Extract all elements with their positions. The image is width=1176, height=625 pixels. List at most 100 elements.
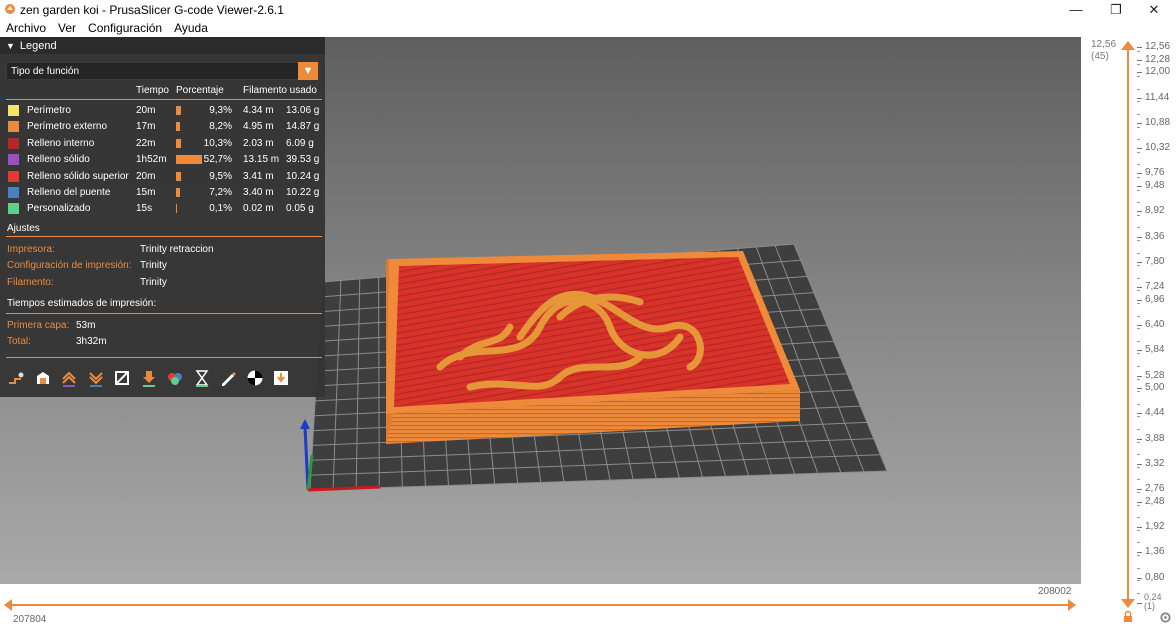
menu-ayuda[interactable]: Ayuda: [168, 21, 214, 35]
column-percent: Porcentaje: [176, 85, 224, 96]
top-solid-infill: [394, 257, 790, 407]
visibility-toolbar: [6, 368, 298, 388]
feature-weight: 13.06 g: [286, 105, 320, 116]
color-changes-toggle-icon[interactable]: [165, 368, 185, 388]
z-axis-arrow: [300, 419, 310, 429]
feature-percent: 9,3%: [209, 105, 232, 116]
layer-minor-tick: [1137, 101, 1140, 103]
layer-tick-label: 7,80: [1145, 255, 1165, 267]
layer-minor-tick: [1137, 517, 1140, 519]
layer-minor-tick: [1137, 592, 1140, 594]
layer-tick-label: 6,96: [1145, 293, 1165, 305]
layer-slider[interactable]: 12,56 (45) 12,56 12,28 12,00 11,44 10,88 10,3…: [1081, 37, 1176, 625]
feature-time: 17m: [136, 121, 156, 133]
first-layer-value: 53m: [76, 320, 96, 331]
layer-slider-track[interactable]: [1127, 47, 1129, 607]
layer-tick-mark: [1137, 97, 1142, 99]
layer-tick-label: 12,28: [1145, 53, 1171, 65]
menu-ver[interactable]: Ver: [52, 21, 82, 35]
layer-tick-label: 12,00: [1145, 66, 1171, 78]
deretractions-toggle-icon[interactable]: [86, 368, 106, 388]
wipe-toggle-icon[interactable]: [33, 368, 53, 388]
layer-tick-mark: [1137, 350, 1142, 352]
layer-tick-label: 10,32: [1145, 142, 1171, 154]
seams-toggle-icon[interactable]: [112, 368, 132, 388]
printer-value: Trinity retraccion: [140, 244, 214, 255]
feature-color-swatch[interactable]: [8, 154, 19, 166]
feature-row[interactable]: Relleno sólido superior 20m 9,5% 3.41 m 10.2…: [0, 169, 325, 185]
feature-percent-bar: [176, 138, 182, 148]
custom-gcode-toggle-icon[interactable]: [218, 368, 238, 388]
layer-tick-mark: [1137, 236, 1142, 238]
feature-percent-bar: [176, 122, 181, 132]
feature-percent: 7,2%: [209, 187, 232, 198]
filament-label: Filamento:: [7, 277, 54, 288]
printer-label: Impresora:: [7, 244, 55, 255]
tool-changes-toggle-icon[interactable]: [139, 368, 159, 388]
minimize-button[interactable]: —: [1056, 0, 1096, 19]
feature-length: 2.03 m: [243, 137, 274, 149]
layer-tick-mark: [1137, 577, 1142, 579]
feature-color-swatch[interactable]: [8, 203, 19, 215]
retractions-toggle-icon[interactable]: [59, 368, 79, 388]
close-button[interactable]: ✕: [1134, 0, 1174, 19]
view-type-select[interactable]: Tipo de función ▼: [6, 62, 319, 80]
feature-row[interactable]: Perímetro 20m 9,3% 4.34 m 13.06 g: [0, 103, 325, 119]
gear-icon[interactable]: [1159, 611, 1172, 624]
feature-row[interactable]: Relleno del puente 15m 7,2% 3.40 m 10.22 g: [0, 185, 325, 201]
feature-length: 13.15 m: [243, 154, 280, 166]
menu-configuracion[interactable]: Configuración: [82, 21, 168, 35]
column-filament: Filamento usado: [243, 85, 317, 96]
feature-time: 20m: [136, 170, 156, 182]
collapse-triangle-icon[interactable]: ▼: [6, 41, 15, 51]
feature-row[interactable]: Perímetro externo 17m 8,2% 4.95 m 14.87 g: [0, 119, 325, 135]
feature-color-swatch[interactable]: [8, 187, 19, 198]
horizontal-slider[interactable]: 207804 208002: [0, 584, 1081, 625]
center-of-gravity-toggle-icon[interactable]: [245, 368, 265, 388]
layer-minor-tick: [1137, 290, 1140, 292]
layer-tick-label: 11,44: [1145, 91, 1170, 103]
feature-row[interactable]: Personalizado 15s 0,1% 0.02 m 0.05 g: [0, 201, 325, 217]
feature-time: 15s: [136, 203, 153, 215]
layer-tick-mark: [1137, 438, 1142, 440]
layer-tick-label: 5,00: [1145, 382, 1165, 394]
layer-tick-label: 8,92: [1145, 205, 1165, 217]
layer-tick-mark: [1137, 527, 1142, 529]
lock-icon[interactable]: [1122, 611, 1134, 623]
layer-tick-label: 9,48: [1145, 180, 1165, 191]
layer-tick-label: 2,76: [1145, 483, 1165, 495]
feature-name: Perímetro externo: [27, 121, 108, 133]
shells-toggle-icon[interactable]: [271, 368, 291, 388]
feature-length: 0.02 m: [243, 203, 274, 215]
pause-print-toggle-icon[interactable]: [192, 368, 212, 388]
legend-header[interactable]: ▼ Legend: [0, 37, 325, 54]
layer-tick-label: 9,76: [1145, 167, 1165, 179]
feature-color-swatch[interactable]: [8, 137, 19, 149]
layer-minor-tick: [1137, 63, 1140, 65]
travel-toggle-icon[interactable]: [6, 368, 26, 388]
feature-row[interactable]: Relleno sólido 1h52m 52,7% 13.15 m 39.53 g: [0, 152, 325, 168]
chevron-down-icon[interactable]: ▼: [298, 62, 318, 80]
layer-tick-label: 8,36: [1145, 230, 1165, 242]
horizontal-slider-track[interactable]: [8, 604, 1074, 606]
layer-tick-mark: [1137, 603, 1142, 604]
layer-slider-down-arrow-icon[interactable]: [1121, 599, 1135, 609]
menu-archivo[interactable]: Archivo: [0, 21, 52, 35]
feature-length: 3.41 m: [243, 170, 274, 182]
layer-tick-mark: [1137, 388, 1142, 390]
maximize-button[interactable]: ❐: [1096, 0, 1136, 19]
feature-time: 20m: [136, 105, 156, 116]
layer-minor-tick: [1137, 391, 1140, 393]
feature-color-swatch[interactable]: [8, 105, 19, 116]
slider-right-arrow-icon[interactable]: [1068, 599, 1076, 611]
feature-percent: 52,7%: [203, 154, 232, 166]
layer-tick-mark: [1137, 261, 1142, 263]
layer-tick-label: 4,44: [1145, 407, 1165, 419]
layer-tick-mark: [1137, 72, 1142, 74]
feature-color-swatch[interactable]: [8, 170, 19, 182]
layer-tick-label: 7,24: [1145, 281, 1165, 293]
feature-color-swatch[interactable]: [8, 121, 19, 133]
layer-minor-tick: [1137, 202, 1140, 204]
feature-row[interactable]: Relleno interno 22m 10,3% 2.03 m 6.09 g: [0, 136, 325, 152]
layer-tick-label: 0,80: [1145, 571, 1165, 583]
